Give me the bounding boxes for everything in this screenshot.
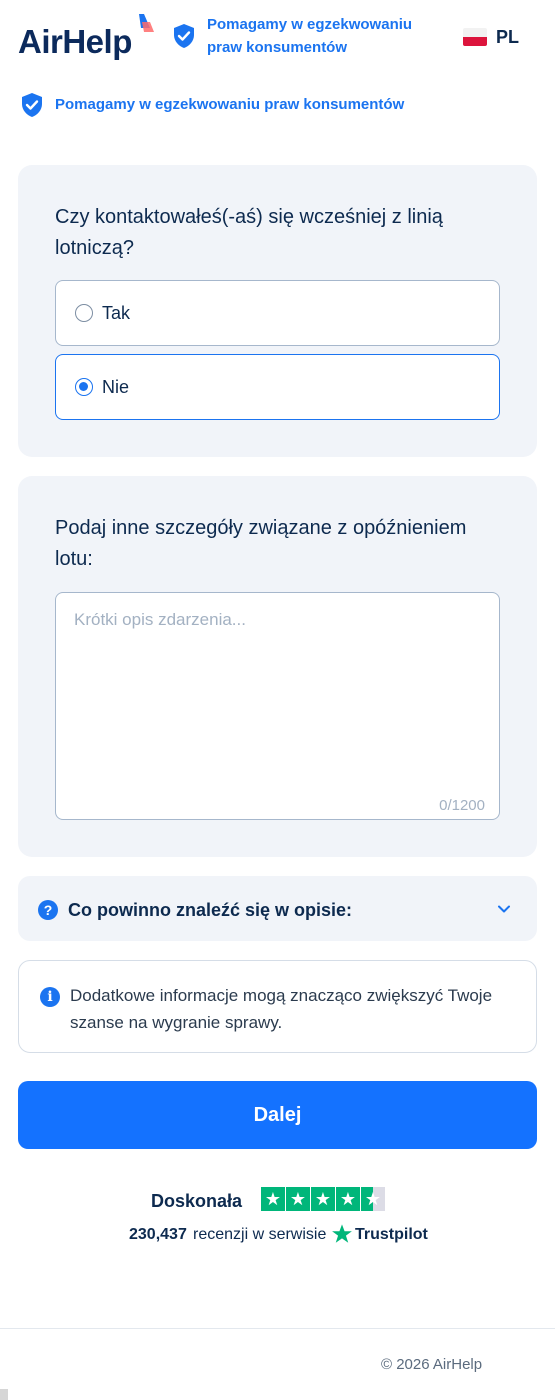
logo-text: AirHelp (18, 23, 132, 60)
option-tak-label: Tak (102, 303, 131, 323)
star-icon: ★ (261, 1187, 285, 1211)
logo-mark-icon (139, 14, 154, 32)
chevron-down-icon (498, 905, 510, 913)
info-box: i Dodatkowe informacje mogą znacząco zwi… (18, 960, 537, 1053)
option-tak[interactable]: Tak (55, 280, 500, 346)
trustpilot-brand: Trustpilot (355, 1226, 428, 1243)
option-nie-label: Nie (102, 377, 130, 397)
star-icon: ★ (311, 1187, 335, 1211)
info-icon: i (40, 987, 60, 1007)
details-question-text: Podaj inne szczegóły związane z opóźnien… (55, 517, 467, 570)
trustpilot-rating: Doskonała ★ ★ ★ ★ ★ (0, 1187, 555, 1213)
trustpilot-reviews[interactable]: 230,437 recenzji w serwisie Trustpilot (0, 1223, 555, 1247)
star-icon: ★ (286, 1187, 310, 1211)
star-icon: ★ (336, 1187, 360, 1211)
review-count: 230,437 (129, 1226, 187, 1243)
language-label: PL (496, 27, 520, 47)
option-nie[interactable]: Nie (55, 354, 500, 420)
contact-question-text: Czy kontaktowałeś(-aś) się wcześniej z l… (55, 206, 443, 259)
review-text: recenzji w serwisie (193, 1226, 327, 1243)
radio-nie[interactable] (75, 378, 93, 396)
description-tips-accordion[interactable]: ? Co powinno znaleźć się w opisie: (18, 876, 537, 941)
half-star-icon: ★ (361, 1187, 385, 1211)
description-textarea[interactable] (56, 593, 499, 819)
rating-stars: ★ ★ ★ ★ ★ (261, 1187, 386, 1211)
copyright-text: © 2026 AirHelp (381, 1356, 483, 1373)
corner-decoration (0, 1389, 8, 1400)
description-field[interactable]: 0/1200 (55, 592, 500, 820)
footer-divider (0, 1328, 555, 1329)
character-counter: 0/1200 (439, 797, 485, 814)
airhelp-logo[interactable]: AirHelp (18, 14, 154, 64)
next-button[interactable]: Dalej (18, 1081, 537, 1149)
language-selector[interactable]: PL (463, 26, 533, 48)
accordion-label: Co powinno znaleźć się w opisie: (68, 900, 353, 920)
consumer-rights-text: Pomagamy w egzekwowaniu praw konsumentów (55, 96, 405, 113)
poland-flag-icon (463, 28, 487, 46)
info-text: Dodatkowe informacje mogą znacząco zwięk… (70, 986, 493, 1032)
header: AirHelp Pomagamy w egzekwowaniu praw kon… (0, 0, 555, 80)
question-icon: ? (38, 900, 58, 920)
consumer-rights-line: Pomagamy w egzekwowaniu praw konsumentów (20, 92, 520, 118)
trustpilot-star-icon (332, 1224, 352, 1243)
rating-label: Doskonała (151, 1191, 243, 1211)
radio-tak[interactable] (75, 304, 93, 322)
shield-check-icon (22, 93, 42, 117)
consumer-rights-badge: Pomagamy w egzekwowaniu praw konsumentów (172, 13, 442, 59)
contact-question-card: Czy kontaktowałeś(-aś) się wcześniej z l… (18, 165, 537, 457)
details-card: Podaj inne szczegóły związane z opóźnien… (18, 476, 537, 857)
badge-text: Pomagamy w egzekwowaniu praw konsumentów (207, 16, 413, 56)
shield-check-icon (174, 24, 194, 48)
